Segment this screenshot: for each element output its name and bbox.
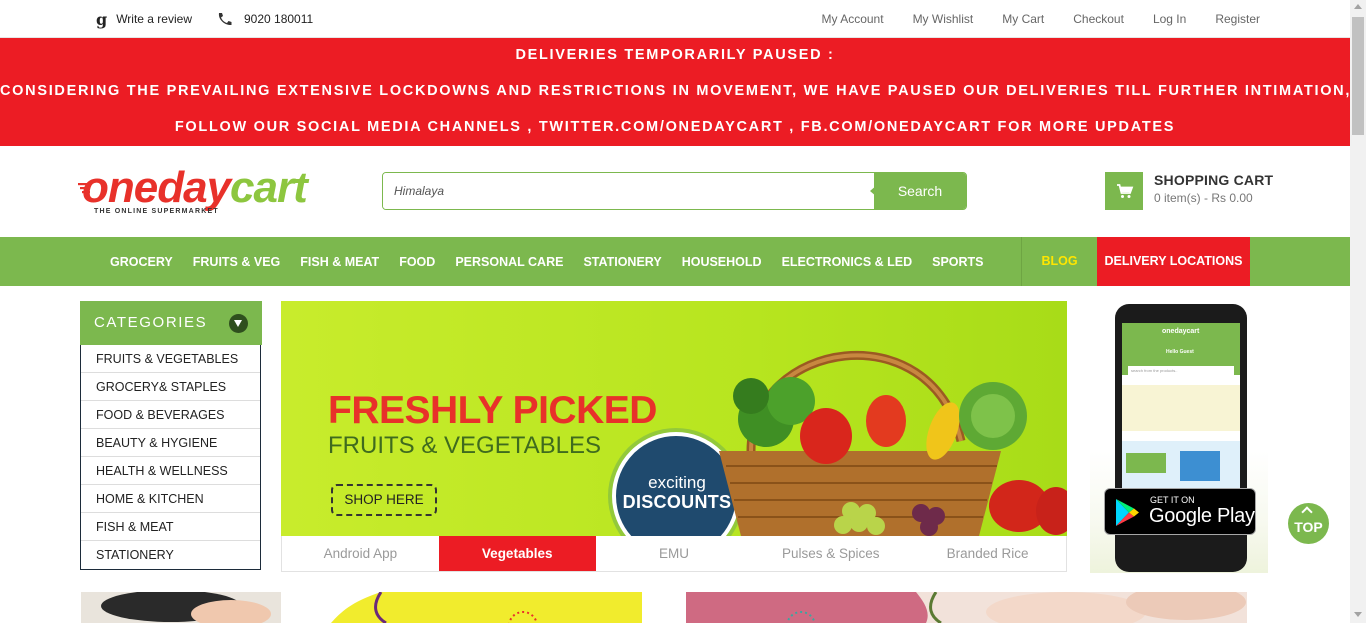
search-bar: Search bbox=[382, 172, 967, 210]
speed-lines-icon bbox=[78, 183, 90, 194]
logo-cart: cart bbox=[230, 163, 308, 212]
banner-headline: FRESHLY PICKED bbox=[328, 389, 657, 432]
tab-pulses-spices[interactable]: Pulses & Spices bbox=[752, 536, 909, 571]
tab-branded-rice[interactable]: Branded Rice bbox=[909, 536, 1066, 571]
scroll-up-icon[interactable] bbox=[1354, 4, 1362, 9]
badge-exciting: exciting bbox=[648, 473, 706, 492]
login-link[interactable]: Log In bbox=[1153, 12, 1186, 26]
nav-items: GROCERY FRUITS & VEG FISH & MEAT FOOD PE… bbox=[100, 237, 994, 286]
play-get-it-on: GET IT ON bbox=[1150, 495, 1195, 505]
nav-sports[interactable]: SPORTS bbox=[922, 255, 993, 269]
category-item[interactable]: STATIONERY bbox=[81, 541, 260, 569]
categories-header[interactable]: CATEGORIES bbox=[80, 301, 262, 345]
search-button[interactable]: Search bbox=[874, 173, 966, 209]
shopping-cart[interactable]: SHOPPING CART 0 item(s) - Rs 0.00 bbox=[1105, 172, 1295, 210]
promo-search: search from the products.. bbox=[1131, 368, 1178, 373]
category-item[interactable]: FISH & MEAT bbox=[81, 513, 260, 541]
categories-panel: CATEGORIES FRUITS & VEGETABLES GROCERY& … bbox=[80, 301, 262, 570]
category-item[interactable]: FOOD & BEVERAGES bbox=[81, 401, 260, 429]
main-nav: GROCERY FRUITS & VEG FISH & MEAT FOOD PE… bbox=[0, 237, 1350, 286]
nav-fish-meat[interactable]: FISH & MEAT bbox=[290, 255, 389, 269]
nav-delivery-locations[interactable]: DELIVERY LOCATIONS bbox=[1097, 237, 1250, 286]
tab-android-app[interactable]: Android App bbox=[282, 536, 439, 571]
notice-title: DELIVERIES TEMPORARILY PAUSED : bbox=[515, 47, 835, 63]
contact-area: g Write a review 9020 180011 bbox=[96, 0, 313, 38]
category-item[interactable]: FRUITS & VEGETABLES bbox=[81, 345, 260, 373]
nav-electronics-led[interactable]: ELECTRONICS & LED bbox=[772, 255, 923, 269]
google-icon[interactable]: g bbox=[96, 10, 107, 29]
logo-wordmark: onedaycart bbox=[82, 166, 327, 210]
category-item[interactable]: GROCERY& STAPLES bbox=[81, 373, 260, 401]
badge-discounts: DISCOUNTS bbox=[622, 492, 732, 512]
category-item[interactable]: HOME & KITCHEN bbox=[81, 485, 260, 513]
site-logo[interactable]: onedaycart THE ONLINE SUPERMARKET bbox=[78, 166, 327, 218]
categories-title: CATEGORIES bbox=[94, 314, 208, 331]
nav-food[interactable]: FOOD bbox=[389, 255, 445, 269]
tab-vegetables[interactable]: Vegetables bbox=[438, 536, 596, 571]
checkout-link[interactable]: Checkout bbox=[1073, 12, 1124, 26]
nav-grocery[interactable]: GROCERY bbox=[100, 255, 183, 269]
notice-line-3: FOLLOW OUR SOCIAL MEDIA CHANNELS , TWITT… bbox=[174, 119, 1176, 135]
tab-emu[interactable]: EMU bbox=[596, 536, 753, 571]
banner-subhead: FRUITS & VEGETABLES bbox=[328, 432, 601, 459]
nav-stationery[interactable]: STATIONERY bbox=[573, 255, 671, 269]
google-play-badge[interactable]: GET IT ON Google Play bbox=[1104, 488, 1256, 535]
nav-personal-care[interactable]: PERSONAL CARE bbox=[445, 255, 573, 269]
nav-household[interactable]: HOUSEHOLD bbox=[672, 255, 772, 269]
scroll-down-icon[interactable] bbox=[1354, 612, 1362, 617]
nav-blog[interactable]: BLOG bbox=[1021, 237, 1097, 286]
cart-title: SHOPPING CART bbox=[1154, 172, 1274, 188]
play-store-name: Google Play bbox=[1149, 505, 1255, 527]
page-scrollbar[interactable] bbox=[1350, 0, 1366, 623]
scrollbar-thumb[interactable] bbox=[1352, 17, 1364, 135]
promo-banner-right[interactable] bbox=[686, 592, 1247, 623]
category-item[interactable]: BEAUTY & HYGIENE bbox=[81, 429, 260, 457]
categories-list: FRUITS & VEGETABLES GROCERY& STAPLES FOO… bbox=[81, 345, 260, 569]
my-account-link[interactable]: My Account bbox=[822, 12, 884, 26]
nav-fruits-veg[interactable]: FRUITS & VEG bbox=[183, 255, 291, 269]
delivery-notice-banner: DELIVERIES TEMPORARILY PAUSED : CONSIDER… bbox=[0, 38, 1366, 146]
cart-summary: 0 item(s) - Rs 0.00 bbox=[1154, 191, 1253, 205]
account-links: My Account My Wishlist My Cart Checkout … bbox=[793, 0, 1260, 38]
google-play-icon bbox=[1116, 499, 1139, 526]
promo-greeting: Hello Guest bbox=[1166, 349, 1194, 355]
my-wishlist-link[interactable]: My Wishlist bbox=[913, 12, 974, 26]
logo-oneday: oneday bbox=[82, 163, 231, 212]
promo-app-name: onedaycart bbox=[1162, 328, 1200, 335]
my-cart-link[interactable]: My Cart bbox=[1002, 12, 1044, 26]
chevron-down-icon[interactable] bbox=[229, 314, 248, 333]
phone-icon bbox=[218, 13, 232, 26]
back-to-top-button[interactable]: TOP bbox=[1288, 503, 1329, 544]
chevron-up-icon bbox=[1301, 506, 1313, 518]
cart-icon[interactable] bbox=[1105, 172, 1143, 210]
search-input[interactable] bbox=[383, 173, 876, 209]
banner-tabs: Android App Vegetables EMU Pulses & Spic… bbox=[281, 536, 1067, 572]
write-review-link[interactable]: Write a review bbox=[116, 12, 192, 26]
shop-here-button[interactable]: SHOP HERE bbox=[331, 484, 437, 516]
top-label: TOP bbox=[1294, 519, 1323, 535]
hero-banner[interactable]: FRESHLY PICKED FRUITS & VEGETABLES SHOP … bbox=[281, 301, 1067, 536]
app-promo[interactable]: onedaycart Hello Guest search from the p… bbox=[1090, 301, 1268, 573]
promo-banner-left[interactable] bbox=[81, 592, 642, 623]
category-item[interactable]: HEALTH & WELLNESS bbox=[81, 457, 260, 485]
phone-number: 9020 180011 bbox=[243, 12, 314, 26]
top-utility-bar: g Write a review 9020 180011 My Account … bbox=[0, 0, 1350, 38]
notice-line-2: CONSIDERING THE PREVAILING EXTENSIVE LOC… bbox=[0, 83, 1366, 99]
register-link[interactable]: Register bbox=[1215, 12, 1260, 26]
